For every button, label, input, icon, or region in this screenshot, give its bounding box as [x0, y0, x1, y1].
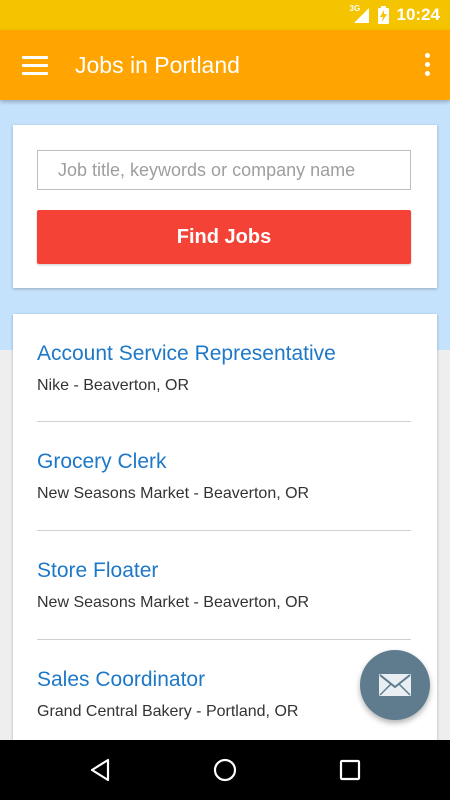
page-title: Jobs in Portland — [75, 52, 240, 78]
job-title-link[interactable]: Account Service Representative — [37, 342, 336, 366]
job-company-location: New Seasons Market - Beaverton, OR — [37, 594, 310, 611]
status-icons: 3G 10:24 — [350, 0, 440, 30]
search-card: Find Jobs — [13, 125, 437, 288]
status-time: 10:24 — [396, 5, 440, 24]
list-item-job[interactable]: Sales Coordinator Grand Central Bakery -… — [37, 640, 411, 749]
signal-icon: 3G — [350, 4, 370, 24]
home-icon[interactable] — [195, 740, 255, 800]
more-vert-icon[interactable] — [420, 52, 434, 78]
mail-icon — [379, 674, 411, 696]
job-title-link[interactable]: Sales Coordinator — [37, 668, 205, 692]
job-title-link[interactable]: Store Floater — [37, 559, 158, 583]
back-icon[interactable] — [70, 740, 130, 800]
find-jobs-button[interactable]: Find Jobs — [37, 210, 411, 264]
app-bar: Jobs in Portland — [0, 30, 450, 100]
list-item-job[interactable]: Account Service Representative Nike - Be… — [37, 314, 411, 422]
job-title-link[interactable]: Grocery Clerk — [37, 450, 167, 474]
job-company-location: Nike - Beaverton, OR — [37, 377, 190, 394]
status-bar: 3G 10:24 — [0, 0, 450, 30]
battery-charging-icon — [377, 6, 389, 24]
search-input[interactable] — [37, 150, 411, 190]
recents-icon[interactable] — [320, 740, 380, 800]
job-company-location: New Seasons Market - Beaverton, OR — [37, 485, 310, 502]
hamburger-menu-icon[interactable] — [22, 54, 48, 76]
list-item-job[interactable]: Grocery Clerk New Seasons Market - Beave… — [37, 422, 411, 531]
system-nav-bar — [0, 740, 450, 800]
email-alert-fab[interactable] — [360, 650, 430, 720]
list-item-job[interactable]: Store Floater New Seasons Market - Beave… — [37, 531, 411, 640]
job-company-location: Grand Central Bakery - Portland, OR — [37, 703, 299, 720]
